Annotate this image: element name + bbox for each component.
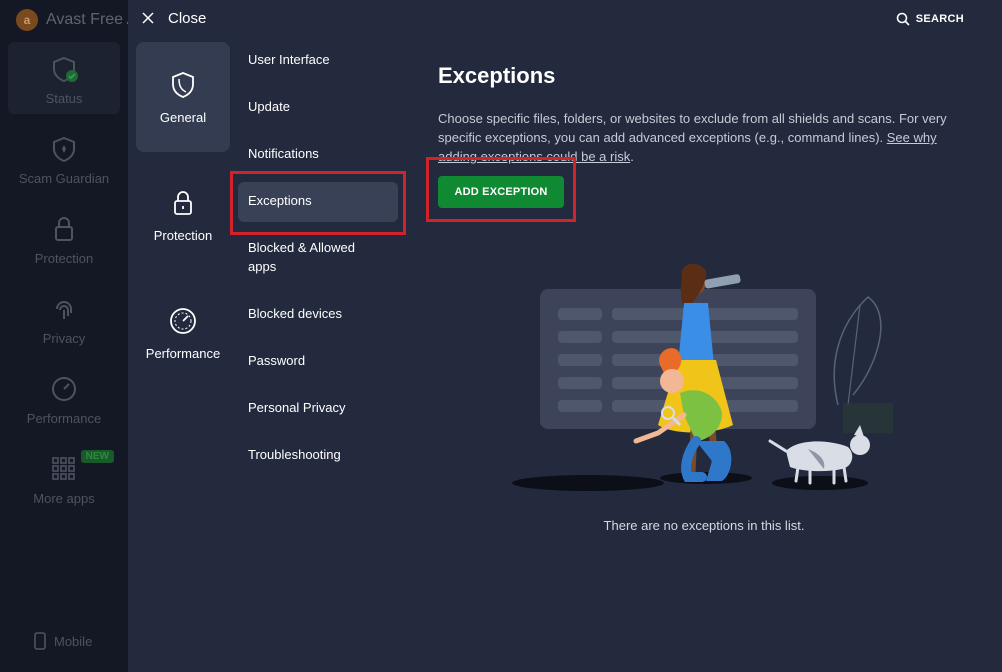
phone-icon	[34, 632, 46, 650]
fingerprint-icon	[56, 301, 72, 319]
grid-icon	[52, 457, 75, 480]
empty-state-illustration	[512, 263, 893, 491]
bg-nav-scam-guardian: Scam Guardian	[0, 122, 128, 194]
bg-nav-label: Scam Guardian	[18, 171, 110, 186]
bg-nav-privacy: Privacy	[0, 282, 128, 354]
bg-nav-protection: Protection	[0, 202, 128, 274]
lock-icon	[55, 217, 73, 241]
bg-nav-label: Performance	[26, 411, 102, 426]
highlight-add-exception	[426, 157, 576, 222]
close-label: Close	[168, 9, 207, 27]
submenu-label: Password	[248, 353, 306, 368]
gauge-icon	[52, 377, 76, 401]
submenu-label: Update	[248, 99, 290, 114]
page-title: Exceptions	[438, 63, 556, 88]
bg-mobile: Mobile	[34, 632, 92, 650]
submenu-user-interface[interactable]: User Interface	[238, 43, 398, 78]
bg-nav-label: Privacy	[42, 331, 86, 346]
submenu-label: Blocked & Allowed apps	[248, 240, 355, 274]
highlight-exceptions-menu	[230, 171, 406, 235]
submenu-update[interactable]: Update	[238, 90, 398, 125]
category-protection[interactable]: Protection	[136, 160, 230, 270]
bg-nav-label: Protection	[34, 251, 94, 266]
submenu-label: Troubleshooting	[248, 447, 341, 462]
close-icon	[142, 12, 154, 24]
lock-icon	[174, 190, 192, 215]
bg-nav-label: Status	[45, 91, 83, 106]
new-badge: NEW	[80, 450, 114, 463]
avast-logo-icon: a	[16, 9, 38, 31]
submenu-notifications[interactable]: Notifications	[238, 137, 398, 172]
background-sidebar: a Avast Free A Status Scam Guardian Prot…	[0, 0, 137, 672]
bg-nav-performance: Performance	[0, 362, 128, 434]
bg-nav-label: More apps	[33, 491, 95, 506]
background-app-title: a Avast Free A	[16, 9, 137, 31]
close-button[interactable]: Close	[142, 8, 206, 28]
search-icon	[896, 12, 910, 26]
bg-mobile-label: Mobile	[54, 633, 93, 649]
category-label: Protection	[153, 227, 213, 243]
submenu-label: Notifications	[248, 146, 319, 161]
submenu-label: Blocked devices	[248, 306, 342, 321]
submenu-blocked-devices[interactable]: Blocked devices	[238, 297, 398, 332]
bg-nav-more-apps: NEW More apps	[0, 442, 128, 514]
category-performance[interactable]: Performance	[136, 278, 230, 388]
description-text: Choose specific files, folders, or websi…	[438, 111, 947, 145]
submenu-troubleshooting[interactable]: Troubleshooting	[238, 438, 398, 473]
description-suffix: .	[630, 149, 634, 164]
scam-shield-icon	[53, 136, 75, 163]
background-app-title-text: Avast Free A	[46, 11, 138, 28]
category-label: General	[159, 109, 207, 125]
shield-check-icon	[53, 56, 78, 83]
search-button[interactable]: SEARCH	[896, 12, 964, 26]
gauge-icon	[170, 307, 196, 334]
submenu-blocked-allowed-apps[interactable]: Blocked & Allowed apps	[238, 231, 388, 285]
submenu-label: Personal Privacy	[248, 400, 346, 415]
submenu-label: User Interface	[248, 52, 330, 67]
search-label: SEARCH	[915, 13, 964, 25]
submenu-password[interactable]: Password	[238, 344, 398, 379]
empty-state-message: There are no exceptions in this list.	[603, 518, 805, 533]
category-label: Performance	[145, 345, 221, 361]
submenu-personal-privacy[interactable]: Personal Privacy	[238, 391, 398, 426]
settings-panel: Close SEARCH General Protection Performa…	[128, 0, 1002, 672]
shield-icon	[172, 71, 194, 98]
category-general[interactable]: General	[136, 42, 230, 152]
bg-nav-status: Status	[8, 42, 120, 114]
